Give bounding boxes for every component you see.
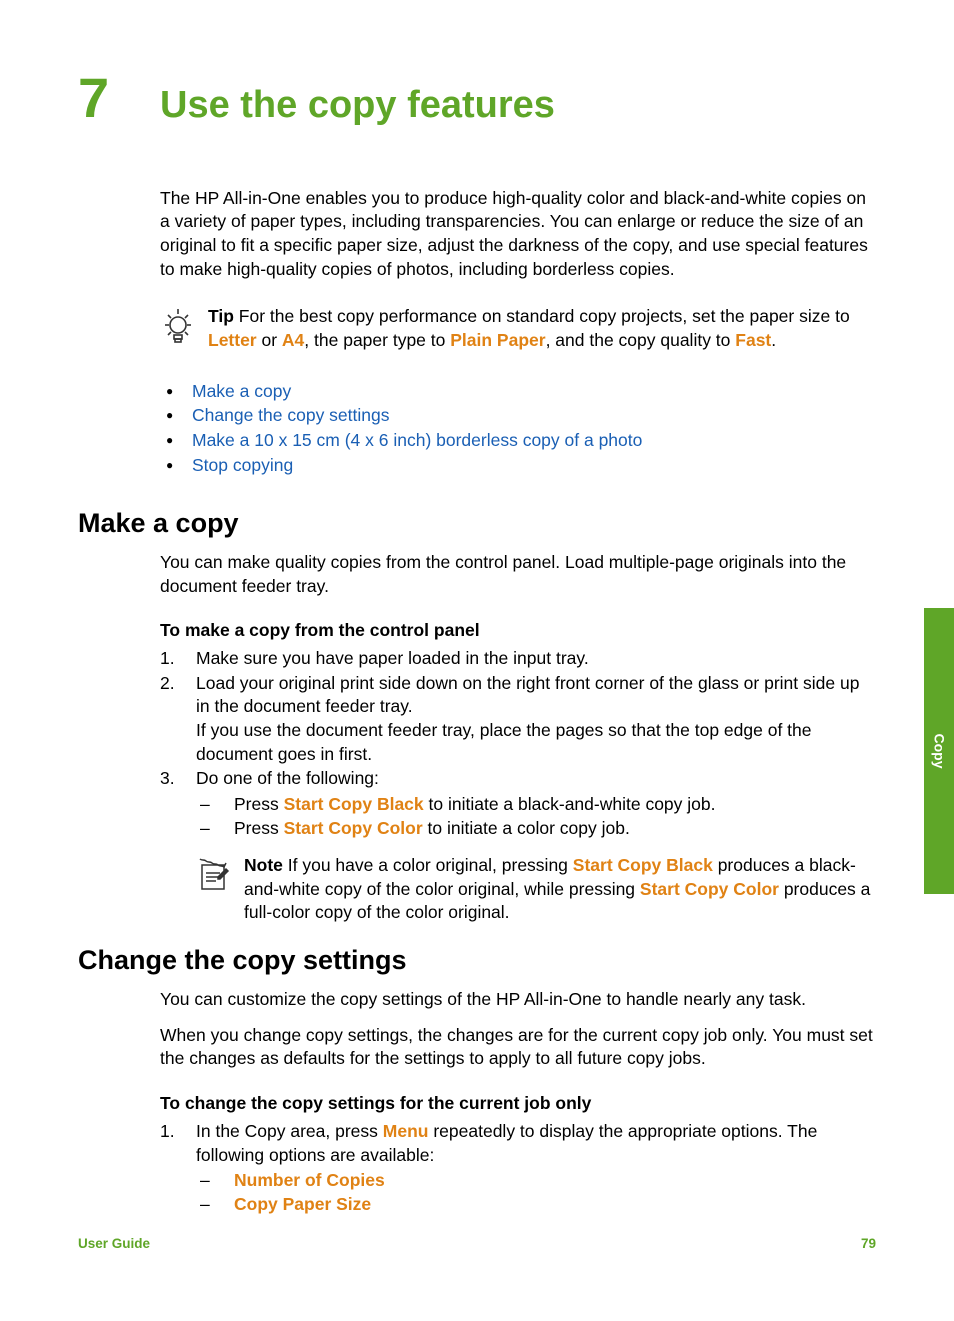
sub1-bold: Start Copy Black <box>284 794 424 814</box>
section-heading-make-copy: Make a copy <box>78 508 876 539</box>
note-pre: If you have a color original, pressing <box>283 855 573 875</box>
opt2: Copy Paper Size <box>234 1194 371 1214</box>
section-heading-change-settings: Change the copy settings <box>78 945 876 976</box>
tip-end: . <box>771 330 776 350</box>
note-b2: Start Copy Color <box>640 879 779 899</box>
chapter-header: 7 Use the copy features <box>78 70 876 127</box>
side-tab: Copy <box>924 608 954 894</box>
section2-para1: You can customize the copy settings of t… <box>160 988 876 1012</box>
toc-list: Make a copy Change the copy settings Mak… <box>160 379 876 478</box>
footer-left: User Guide <box>78 1236 150 1251</box>
step-item: Load your original print side down on th… <box>160 672 876 767</box>
tip-letter: Letter <box>208 330 257 350</box>
option-item: Copy Paper Size <box>196 1193 876 1217</box>
steps-list-2: In the Copy area, press Menu repeatedly … <box>160 1120 876 1217</box>
toc-link-make-copy[interactable]: Make a copy <box>192 381 291 401</box>
options-list: Number of Copies Copy Paper Size <box>196 1169 876 1216</box>
sub2-pre: Press <box>234 818 284 838</box>
sub2-bold: Start Copy Color <box>284 818 423 838</box>
section2-para2: When you change copy settings, the chang… <box>160 1024 876 1071</box>
tip-a4: A4 <box>282 330 304 350</box>
note-callout: Note If you have a color original, press… <box>196 854 876 925</box>
page-footer: User Guide 79 <box>78 1236 876 1251</box>
section1-sub-heading: To make a copy from the control panel <box>160 620 876 641</box>
note-icon <box>196 857 230 893</box>
tip-or: or <box>257 330 282 350</box>
step2b: If you use the document feeder tray, pla… <box>196 720 812 764</box>
note-label: Note <box>244 855 283 875</box>
sub1-pre: Press <box>234 794 284 814</box>
toc-item: Change the copy settings <box>160 403 876 428</box>
tip-label: Tip <box>208 306 234 326</box>
footer-page-number: 79 <box>861 1236 876 1251</box>
step3-text: Do one of the following: <box>196 768 379 788</box>
sub-list: Press Start Copy Black to initiate a bla… <box>196 793 876 840</box>
chapter-title: Use the copy features <box>160 85 555 127</box>
intro-paragraph: The HP All-in-One enables you to produce… <box>160 187 876 282</box>
toc-item: Make a 10 x 15 cm (4 x 6 inch) borderles… <box>160 428 876 453</box>
tip-callout: Tip For the best copy performance on sta… <box>160 305 876 352</box>
section2-sub-heading: To change the copy settings for the curr… <box>160 1093 876 1114</box>
tip-fast: Fast <box>735 330 771 350</box>
section1-para: You can make quality copies from the con… <box>160 551 876 598</box>
tip-mid2: , and the copy quality to <box>546 330 736 350</box>
lightbulb-icon <box>160 307 196 349</box>
toc-link-stop[interactable]: Stop copying <box>192 455 293 475</box>
toc-link-change-settings[interactable]: Change the copy settings <box>192 405 390 425</box>
sub1-post: to initiate a black-and-white copy job. <box>424 794 716 814</box>
tip-mid: , the paper type to <box>304 330 450 350</box>
side-tab-label: Copy <box>931 734 947 769</box>
s2-step1-pre: In the Copy area, press <box>196 1121 383 1141</box>
sub-item: Press Start Copy Black to initiate a bla… <box>196 793 876 817</box>
toc-item: Make a copy <box>160 379 876 404</box>
tip-text: Tip For the best copy performance on sta… <box>208 305 876 352</box>
sub2-post: to initiate a color copy job. <box>423 818 630 838</box>
chapter-number: 7 <box>78 70 160 126</box>
opt1: Number of Copies <box>234 1170 385 1190</box>
option-item: Number of Copies <box>196 1169 876 1193</box>
s2-step1-bold: Menu <box>383 1121 429 1141</box>
step-item: Make sure you have paper loaded in the i… <box>160 647 876 671</box>
note-text: Note If you have a color original, press… <box>244 854 876 925</box>
step2a: Load your original print side down on th… <box>196 673 859 717</box>
sub-item: Press Start Copy Color to initiate a col… <box>196 817 876 841</box>
tip-pre: For the best copy performance on standar… <box>234 306 850 326</box>
note-b1: Start Copy Black <box>573 855 713 875</box>
step-item: Do one of the following: Press Start Cop… <box>160 767 876 840</box>
tip-plain: Plain Paper <box>450 330 545 350</box>
steps-list: Make sure you have paper loaded in the i… <box>160 647 876 840</box>
step-item: In the Copy area, press Menu repeatedly … <box>160 1120 876 1217</box>
toc-item: Stop copying <box>160 453 876 478</box>
toc-link-borderless[interactable]: Make a 10 x 15 cm (4 x 6 inch) borderles… <box>192 430 642 450</box>
